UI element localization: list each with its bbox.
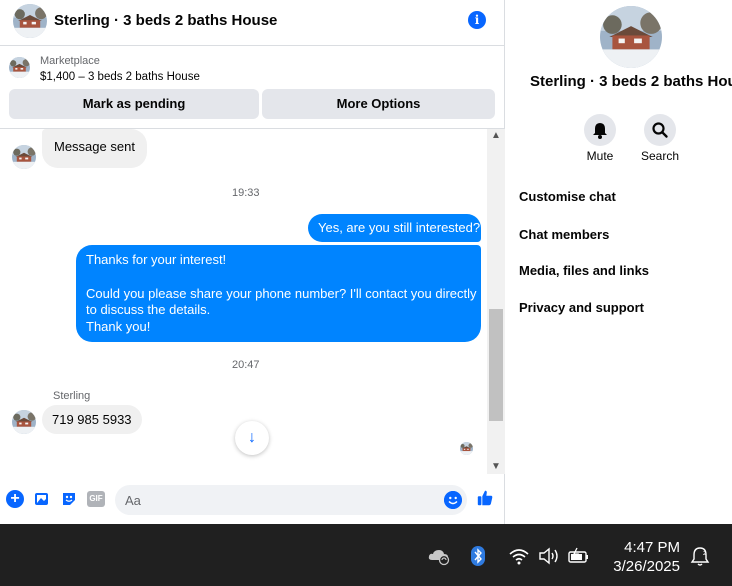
- photo-icon[interactable]: [33, 490, 51, 508]
- marketplace-listing-bar: Marketplace $1,400 – 3 beds 2 baths Hous…: [0, 47, 505, 129]
- bluetooth-icon[interactable]: [470, 546, 486, 566]
- message-composer: + GIF Aa: [0, 476, 505, 524]
- gif-icon[interactable]: GIF: [87, 491, 105, 507]
- message-line: Thanks for your interest!: [86, 252, 227, 267]
- timestamp: 20:47: [232, 359, 260, 371]
- search-button[interactable]: [644, 114, 676, 146]
- menu-chat-members[interactable]: Chat members: [519, 227, 609, 242]
- incoming-message: Message sent: [42, 129, 147, 168]
- svg-text:z: z: [703, 550, 706, 557]
- menu-privacy-support[interactable]: Privacy and support: [519, 300, 644, 315]
- search-label: Search: [640, 149, 680, 163]
- bell-icon: [593, 123, 607, 139]
- conversation-info-pane: Sterling · 3 beds 2 baths House Mute Sea…: [506, 0, 732, 524]
- outgoing-message: Thanks for your interest! Could you plea…: [76, 245, 481, 342]
- sender-name: Sterling: [53, 390, 91, 402]
- seen-indicator-avatar: [460, 442, 473, 455]
- chat-header: Sterling · 3 beds 2 baths House i: [0, 0, 505, 46]
- windows-taskbar: 4:47 PM 3/26/2025 z: [0, 524, 732, 586]
- mute-label: Mute: [586, 149, 614, 163]
- mark-as-pending-button[interactable]: Mark as pending: [9, 89, 259, 119]
- menu-customise-chat[interactable]: Customise chat: [519, 189, 616, 204]
- outgoing-message: Yes, are you still interested?: [308, 214, 481, 242]
- mute-button[interactable]: [584, 114, 616, 146]
- jump-to-latest-button[interactable]: ↓: [235, 421, 269, 455]
- peer-avatar[interactable]: [12, 410, 36, 434]
- message-line: to discuss the details.: [86, 302, 211, 318]
- taskbar-clock-date[interactable]: 3/26/2025: [600, 558, 680, 575]
- message-input-placeholder: Aa: [125, 493, 141, 508]
- scroll-down-arrow-icon[interactable]: ▼: [487, 460, 505, 474]
- battery-charging-icon[interactable]: [568, 546, 590, 566]
- message-line: Could you please share your phone number…: [86, 285, 477, 301]
- menu-media-files-links[interactable]: Media, files and links: [519, 263, 649, 278]
- marketplace-label: Marketplace: [40, 55, 100, 67]
- volume-icon[interactable]: [538, 546, 560, 566]
- listing-price-title[interactable]: $1,400 – 3 beds 2 baths House: [40, 71, 200, 83]
- plus-icon[interactable]: +: [6, 490, 24, 508]
- search-icon: [652, 122, 668, 138]
- message-line: Thank you!: [86, 319, 151, 335]
- conversation-avatar[interactable]: [13, 4, 47, 38]
- listing-thumbnail[interactable]: [9, 57, 30, 78]
- onedrive-sync-icon[interactable]: [427, 546, 451, 566]
- notification-bell-icon[interactable]: z: [690, 546, 710, 566]
- chat-pane: Sterling · 3 beds 2 baths House i Market…: [0, 0, 505, 524]
- message-input[interactable]: Aa: [115, 485, 467, 515]
- timestamp: 19:33: [232, 187, 260, 199]
- conversation-profile-avatar[interactable]: [600, 6, 662, 68]
- sticker-icon[interactable]: [60, 490, 78, 508]
- peer-avatar[interactable]: [12, 145, 36, 169]
- scrollbar-thumb[interactable]: [489, 309, 503, 421]
- wifi-icon[interactable]: [508, 546, 530, 566]
- taskbar-clock-time[interactable]: 4:47 PM: [600, 539, 680, 556]
- scroll-up-arrow-icon[interactable]: ▲: [487, 129, 505, 143]
- incoming-message: 719 985 5933: [42, 405, 142, 434]
- thumbs-up-icon[interactable]: [476, 489, 494, 507]
- message-scrollbar[interactable]: ▲ ▼: [487, 129, 505, 474]
- emoji-icon[interactable]: [444, 491, 462, 509]
- conversation-info-title: Sterling · 3 beds 2 baths House: [530, 73, 732, 90]
- info-icon[interactable]: i: [468, 11, 486, 29]
- more-options-button[interactable]: More Options: [262, 89, 495, 119]
- conversation-title[interactable]: Sterling · 3 beds 2 baths House: [54, 12, 277, 29]
